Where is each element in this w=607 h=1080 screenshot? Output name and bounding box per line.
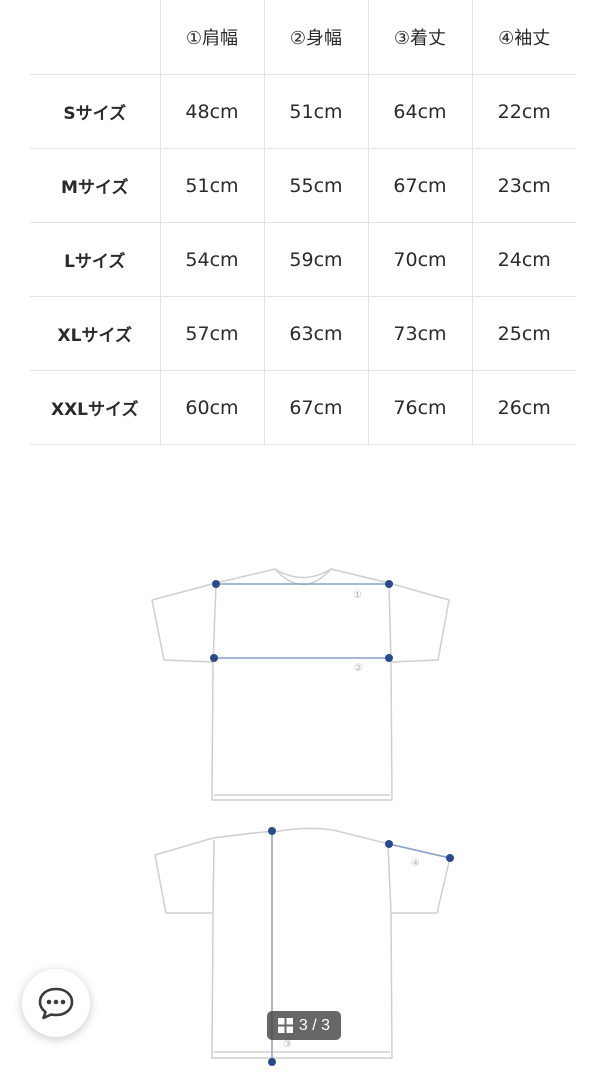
table-cell: 55cm	[264, 148, 369, 223]
measurement-point	[210, 654, 218, 662]
measurement-lines	[214, 583, 451, 1062]
table-cell: 25cm	[472, 296, 576, 371]
table-cell: 23cm	[472, 148, 576, 223]
table-cell: 24cm	[472, 222, 576, 297]
table-cell: 59cm	[264, 222, 369, 297]
table-row: XXLサイズ 60cm 67cm 76cm 26cm	[30, 370, 576, 445]
table-cell: 51cm	[264, 74, 369, 149]
table-cell: 64cm	[368, 74, 473, 149]
chest-marker: ②	[354, 663, 363, 674]
tshirt-front-outline	[151, 568, 450, 801]
measurement-point	[268, 827, 276, 835]
column-header-shoulder: ①肩幅	[160, 0, 265, 75]
measurement-point	[385, 840, 393, 848]
column-header-chest: ②身幅	[264, 0, 369, 75]
table-row: Sサイズ 48cm 51cm 64cm 22cm	[30, 74, 576, 149]
table-cell: 60cm	[160, 370, 265, 445]
column-header-sleeve: ④袖丈	[472, 0, 576, 75]
size-label: Mサイズ	[30, 148, 161, 223]
counter-text: 3 / 3	[298, 1016, 331, 1034]
table-cell: 67cm	[264, 370, 369, 445]
measurement-point	[212, 580, 220, 588]
table-cell: 67cm	[368, 148, 473, 223]
chat-bubble-icon	[38, 987, 74, 1020]
table-row: XLサイズ 57cm 63cm 73cm 25cm	[30, 296, 576, 371]
size-label: Sサイズ	[30, 74, 161, 149]
table-cell: 51cm	[160, 148, 265, 223]
table-cell: 48cm	[160, 74, 265, 149]
table-cell: 57cm	[160, 296, 265, 371]
size-label: XLサイズ	[30, 296, 161, 371]
table-cell: 22cm	[472, 74, 576, 149]
corner-cell	[30, 0, 161, 75]
table-cell: 63cm	[264, 296, 369, 371]
chat-button[interactable]	[22, 969, 90, 1037]
table-row: Mサイズ 51cm 55cm 67cm 23cm	[30, 148, 576, 223]
table-cell: 73cm	[368, 296, 473, 371]
tshirt-measurement-diagram: ① ② ③ ④	[151, 568, 454, 1066]
image-counter: 3 / 3	[267, 1011, 341, 1040]
measurement-point	[385, 580, 393, 588]
measurement-point	[268, 1058, 276, 1066]
table-cell: 26cm	[472, 370, 576, 445]
size-chart-table: ①肩幅 ②身幅 ③着丈 ④袖丈 Sサイズ 48cm 51cm 64cm 22cm…	[30, 0, 576, 445]
table-cell: 70cm	[368, 222, 473, 297]
sleeve-marker: ④	[411, 858, 420, 869]
table-cell: 54cm	[160, 222, 265, 297]
table-header-row: ①肩幅 ②身幅 ③着丈 ④袖丈	[30, 0, 576, 75]
size-label: Lサイズ	[30, 222, 161, 297]
length-marker: ③	[283, 1039, 292, 1050]
grid-icon	[277, 1018, 293, 1033]
sleeve-length-line	[388, 843, 451, 859]
table-cell: 76cm	[368, 370, 473, 445]
measurement-point	[385, 654, 393, 662]
size-label: XXLサイズ	[30, 370, 161, 445]
measurement-point	[446, 854, 454, 862]
table-row: Lサイズ 54cm 59cm 70cm 24cm	[30, 222, 576, 297]
column-header-length: ③着丈	[368, 0, 473, 75]
shoulder-marker: ①	[353, 590, 362, 601]
measurement-points	[210, 580, 454, 1066]
